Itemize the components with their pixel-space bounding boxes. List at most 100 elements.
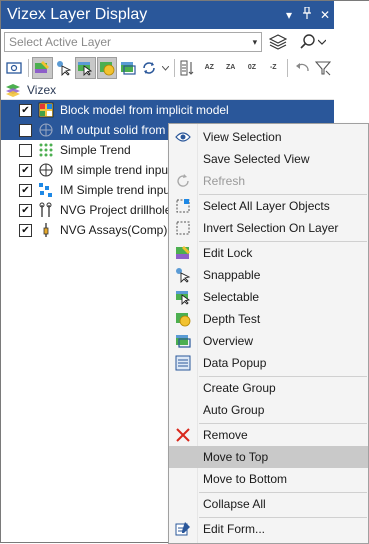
menu-item-label: Depth Test bbox=[203, 312, 261, 326]
layer-row[interactable]: ✔ Block model from implicit model bbox=[1, 100, 334, 120]
vizex-layer-display-panel: Vizex Layer Display ▾ ✕ Select Active La… bbox=[0, 0, 369, 544]
invert-selection-icon bbox=[169, 217, 197, 239]
tree-root-label: Vizex bbox=[27, 83, 57, 97]
refresh-icon bbox=[143, 62, 156, 74]
layer-context-menu: View Selection Save Selected View Refres… bbox=[168, 123, 369, 544]
drillhole-icon bbox=[38, 202, 54, 218]
search-icon bbox=[300, 34, 315, 49]
toolbar-sort-az-button[interactable]: AZ bbox=[199, 57, 219, 79]
overview-icon bbox=[169, 330, 197, 352]
sort-za-icon: ZA bbox=[225, 64, 236, 71]
menu-icon-placeholder bbox=[169, 493, 197, 515]
menu-item-select-all-layer-objects[interactable]: Select All Layer Objects bbox=[169, 195, 368, 217]
toolbar-depth-test-button[interactable] bbox=[96, 57, 117, 79]
menu-item-save-selected-view[interactable]: Save Selected View bbox=[169, 148, 368, 170]
menu-item-refresh[interactable]: Refresh bbox=[169, 170, 368, 192]
menu-item-label: Overview bbox=[203, 334, 254, 348]
layer-checkbox[interactable]: ✔ bbox=[19, 103, 32, 117]
check-mark-icon: ✔ bbox=[21, 204, 30, 216]
display-icon bbox=[6, 62, 22, 74]
depth-test-icon bbox=[99, 62, 115, 76]
menu-item-edit-lock[interactable]: Edit Lock bbox=[169, 242, 368, 264]
toolbar-sort-za-button[interactable]: ZA bbox=[220, 57, 240, 79]
toolbar-sort-09-button[interactable]: 0Z bbox=[242, 57, 262, 79]
remove-icon bbox=[169, 424, 197, 446]
menu-item-snappable[interactable]: Snappable bbox=[169, 264, 368, 286]
layer-label: IM output solid from bbox=[60, 123, 166, 137]
layers-button[interactable] bbox=[266, 32, 290, 52]
active-layer-select[interactable]: Select Active Layer ▾ bbox=[4, 32, 263, 52]
block-model-icon bbox=[38, 102, 54, 118]
data-popup-icon bbox=[169, 352, 197, 374]
eye-icon bbox=[169, 126, 197, 148]
layer-label: NVG Assays(Comp) bbox=[60, 223, 168, 237]
toolbar-selectable-button[interactable] bbox=[75, 57, 96, 79]
layer-label: Block model from implicit model bbox=[60, 103, 229, 117]
menu-icon-placeholder bbox=[169, 468, 197, 490]
menu-item-data-popup[interactable]: Data Popup bbox=[169, 352, 368, 374]
wireframe-icon bbox=[38, 162, 54, 178]
menu-item-auto-group[interactable]: Auto Group bbox=[169, 399, 368, 421]
sort-numeric-icon: 0Z bbox=[247, 64, 257, 71]
edit-form-icon bbox=[169, 518, 197, 540]
layer-label: IM simple trend inpu bbox=[60, 163, 169, 177]
toolbar-separator bbox=[287, 59, 289, 77]
menu-item-create-group[interactable]: Create Group bbox=[169, 377, 368, 399]
layer-checkbox[interactable]: ✔ bbox=[19, 183, 32, 197]
toolbar-snappable-button[interactable] bbox=[54, 57, 74, 79]
points-icon bbox=[38, 182, 54, 198]
close-button[interactable]: ✕ bbox=[316, 1, 334, 29]
toolbar-sort-minus-button[interactable]: -Z bbox=[263, 57, 283, 79]
menu-item-label: Edit Lock bbox=[203, 246, 253, 260]
toolbar-sort-button[interactable] bbox=[178, 57, 198, 79]
edit-lock-icon bbox=[35, 61, 50, 73]
layer-checkbox[interactable]: ✔ bbox=[19, 203, 32, 217]
menu-item-label: Snappable bbox=[203, 268, 261, 282]
layer-toolbar: AZ ZA 0Z -Z bbox=[4, 56, 334, 80]
toolbar-overview-button[interactable] bbox=[118, 57, 138, 79]
menu-item-view-selection[interactable]: View Selection bbox=[169, 126, 368, 148]
close-icon: ✕ bbox=[319, 8, 331, 22]
toolbar-edit-lock-button[interactable] bbox=[32, 57, 53, 79]
menu-item-label: Move to Top bbox=[203, 450, 269, 464]
toolbar-display-button[interactable] bbox=[4, 57, 24, 79]
toolbar-filter-button[interactable] bbox=[313, 57, 333, 79]
menu-item-selectable[interactable]: Selectable bbox=[169, 286, 368, 308]
menu-item-depth-test[interactable]: Depth Test bbox=[169, 308, 368, 330]
menu-item-label: Invert Selection On Layer bbox=[203, 221, 339, 235]
layers-icon bbox=[269, 34, 288, 50]
toolbar-refresh-button[interactable] bbox=[139, 57, 159, 79]
toolbar-undo-button[interactable] bbox=[291, 57, 311, 79]
check-mark-icon: ✔ bbox=[21, 184, 30, 196]
active-layer-placeholder: Select Active Layer bbox=[9, 35, 112, 49]
layer-label: IM Simple trend inpu bbox=[60, 183, 171, 197]
tree-root-vizex[interactable]: Vizex bbox=[1, 81, 334, 100]
layer-checkbox[interactable] bbox=[19, 123, 32, 137]
layer-label: NVG Project drillhole bbox=[60, 203, 172, 217]
toolbar-more-button[interactable] bbox=[161, 57, 170, 79]
menu-item-label: View Selection bbox=[203, 130, 282, 144]
grid-dots-icon bbox=[38, 142, 54, 158]
search-button[interactable] bbox=[294, 32, 332, 52]
menu-item-remove[interactable]: Remove bbox=[169, 424, 368, 446]
menu-item-label: Create Group bbox=[203, 381, 276, 395]
menu-item-invert-selection-on-layer[interactable]: Invert Selection On Layer bbox=[169, 217, 368, 239]
chevron-down-icon bbox=[161, 65, 169, 71]
menu-item-collapse-all[interactable]: Collapse All bbox=[169, 493, 368, 515]
pin-icon bbox=[303, 6, 311, 19]
menu-icon-placeholder bbox=[169, 148, 197, 170]
menu-item-label: Edit Form... bbox=[203, 522, 266, 536]
layer-checkbox[interactable]: ✔ bbox=[19, 163, 32, 177]
panel-options-button[interactable]: ▾ bbox=[280, 1, 298, 29]
menu-icon-placeholder bbox=[169, 399, 197, 421]
menu-item-label: Auto Group bbox=[203, 403, 265, 417]
menu-item-edit-form[interactable]: Edit Form... bbox=[169, 518, 368, 540]
menu-item-label: Move to Bottom bbox=[203, 472, 288, 486]
layer-checkbox[interactable]: ✔ bbox=[19, 223, 32, 237]
pin-button[interactable] bbox=[298, 1, 316, 29]
menu-item-move-to-bottom[interactable]: Move to Bottom bbox=[169, 468, 368, 490]
layer-checkbox[interactable] bbox=[19, 143, 32, 157]
menu-item-move-to-top[interactable]: Move to Top bbox=[169, 446, 368, 468]
menu-item-overview[interactable]: Overview bbox=[169, 330, 368, 352]
refresh-icon bbox=[169, 170, 197, 192]
